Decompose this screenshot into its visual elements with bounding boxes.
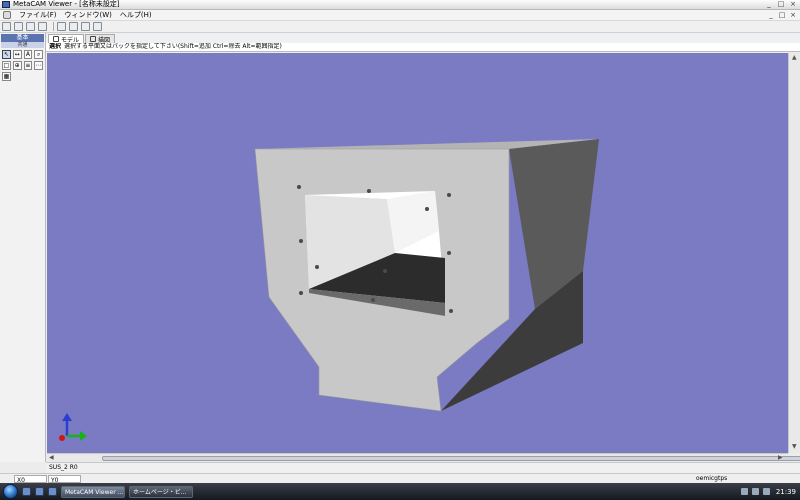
text-icon[interactable]: A	[23, 50, 33, 59]
print-icon[interactable]	[38, 22, 47, 31]
new-icon[interactable]	[2, 22, 11, 31]
status-bar-material: SUS_2 R0	[46, 462, 800, 473]
hint-mode: 選択	[49, 43, 62, 50]
menu-bar: ファイル(F) ウィンドウ(W) ヘルプ(H) _ □ ×	[0, 10, 800, 21]
model-right-face	[509, 139, 599, 309]
quicklaunch-browser-icon[interactable]	[35, 487, 44, 496]
select-arrow-icon[interactable]: ↖	[2, 50, 11, 59]
doc-restore-button[interactable]: □	[778, 11, 786, 19]
document-icon[interactable]	[3, 11, 11, 19]
list-icon[interactable]: ≡	[23, 61, 33, 70]
rotate-icon[interactable]	[93, 22, 102, 31]
more-icon[interactable]: ⋯	[34, 61, 43, 70]
status-right-text: oemicgtps	[696, 475, 728, 482]
scroll-up-icon[interactable]: ▲	[792, 54, 797, 62]
open-icon[interactable]	[14, 22, 23, 31]
language-icon[interactable]	[762, 488, 770, 495]
save-icon[interactable]	[26, 22, 35, 31]
clock[interactable]: 21:39	[776, 488, 796, 496]
scroll-right-icon[interactable]: ▶	[778, 454, 783, 462]
axis-triad	[59, 413, 87, 441]
menu-help[interactable]: ヘルプ(H)	[116, 10, 156, 20]
command-hint: 選択 選択する平面又はパックを指定して下さい(Shift=追加 Ctrl=除去 A…	[46, 43, 800, 52]
vertical-scrollbar[interactable]: ▲ ▼	[788, 53, 800, 453]
scroll-left-icon[interactable]: ◀	[49, 454, 54, 462]
model-tab-icon	[53, 36, 59, 42]
copy-icon[interactable]	[57, 22, 66, 31]
maximize-button[interactable]: □	[776, 0, 786, 9]
target-icon[interactable]: ⊕	[12, 61, 22, 70]
window-title: MetaCAM Viewer - [名称未設定]	[13, 0, 120, 8]
tab-model[interactable]: モデル	[48, 34, 85, 44]
grid-icon[interactable]: ▦	[2, 72, 11, 81]
minimize-button[interactable]: _	[764, 0, 774, 9]
horizontal-scrollbar[interactable]: ◀ ▶	[47, 453, 800, 462]
y-coordinate: Y0	[48, 475, 81, 484]
x-coordinate: X0	[14, 475, 47, 484]
doc-minimize-button[interactable]: _	[767, 11, 775, 19]
frame-icon[interactable]: □	[2, 61, 11, 70]
zoom-icon[interactable]	[69, 22, 78, 31]
app-icon	[2, 1, 10, 8]
task-metacam[interactable]: MetaCAM Viewer ...	[61, 485, 125, 498]
doc-close-button[interactable]: ×	[789, 11, 797, 19]
menu-window[interactable]: ウィンドウ(W)	[61, 10, 116, 20]
task-homepage[interactable]: ホームページ・ビ...	[129, 485, 193, 498]
taskbar: MetaCAM Viewer ... ホームページ・ビ... 21:39	[0, 483, 800, 500]
draw-tab-icon	[90, 36, 97, 42]
tool-palette: 基本 共通 ↖ ↔ A ⌕ □ ⊕ ≡ ⋯ ▦	[0, 33, 46, 462]
fit-icon[interactable]	[81, 22, 90, 31]
app-window: MetaCAM Viewer - [名称未設定] _ □ × ファイル(F) ウ…	[0, 0, 800, 500]
zoom-icon[interactable]: ⌕	[34, 50, 43, 59]
volume-icon[interactable]	[751, 488, 759, 495]
network-icon[interactable]	[740, 488, 748, 495]
sheet-metal-model[interactable]	[254, 139, 599, 412]
material-label: SUS_2 R0	[49, 464, 78, 471]
quicklaunch-mail-icon[interactable]	[48, 487, 57, 496]
tab-draw[interactable]: 描図	[85, 34, 116, 44]
quicklaunch-desktop-icon[interactable]	[22, 487, 31, 496]
toolbar	[0, 21, 800, 33]
title-bar: MetaCAM Viewer - [名称未設定] _ □ ×	[0, 0, 800, 10]
menu-file[interactable]: ファイル(F)	[15, 10, 61, 20]
hint-text: 選択する平面又はパックを指定して下さい(Shift=追加 Ctrl=除去 Alt…	[64, 43, 282, 50]
start-button[interactable]	[3, 484, 18, 499]
palette-header[interactable]: 基本	[1, 34, 44, 42]
status-bar-coords: X0 Y0 oemicgtps	[0, 473, 800, 484]
model-canvas[interactable]	[47, 53, 788, 453]
close-button[interactable]: ×	[788, 0, 798, 9]
3d-viewport[interactable]	[47, 53, 788, 453]
view-tabs: モデル 描図	[46, 33, 800, 44]
scroll-thumb[interactable]	[102, 456, 800, 461]
toolbar-separator	[53, 22, 54, 31]
move-icon[interactable]: ↔	[12, 50, 22, 59]
system-tray: 21:39	[737, 483, 800, 500]
scroll-down-icon[interactable]: ▼	[792, 443, 797, 451]
